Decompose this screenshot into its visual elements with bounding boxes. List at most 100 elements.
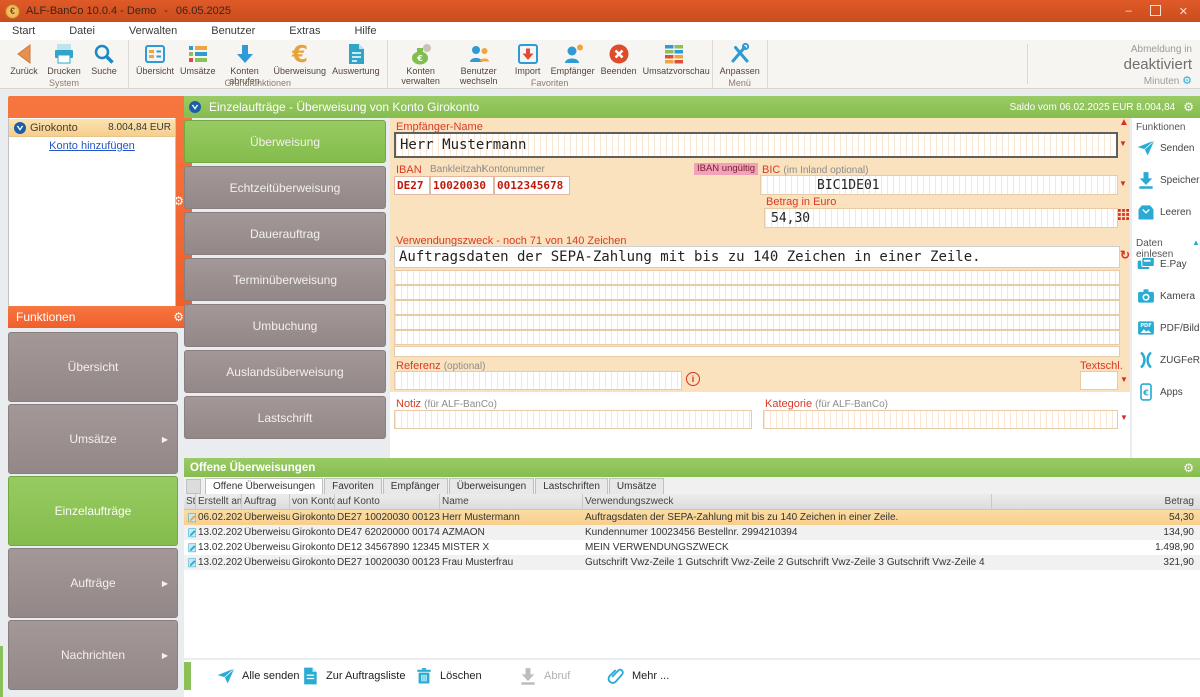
- trash-icon: [414, 666, 434, 686]
- textschluessel-dropdown-icon[interactable]: ▼: [1120, 375, 1128, 384]
- tab-lastschrift[interactable]: Lastschrift: [184, 396, 386, 439]
- kontonummer-input[interactable]: 0012345678: [494, 176, 570, 195]
- tab-ueberweisung[interactable]: Überweisung: [184, 120, 386, 163]
- textschluessel-input[interactable]: [1080, 371, 1118, 390]
- vwz-line4-input[interactable]: [394, 300, 1120, 315]
- main-header-gear-icon[interactable]: ⚙: [1183, 100, 1194, 114]
- zur-auftragsliste-button[interactable]: Zur Auftragsliste: [300, 666, 405, 686]
- iban-prefix-input[interactable]: DE27: [394, 176, 430, 195]
- close-icon[interactable]: ✕: [1179, 5, 1188, 18]
- zurueck-button[interactable]: Zurück: [4, 41, 44, 78]
- tab-terminueberweisung[interactable]: Terminüberweisung: [184, 258, 386, 301]
- overview-icon: [143, 42, 167, 66]
- tab-empfaenger[interactable]: Empfänger: [383, 478, 448, 494]
- notiz-label: Notiz (für ALF-BanCo): [396, 398, 497, 410]
- transfer-status-icon: [187, 527, 196, 538]
- bic-dropdown-icon[interactable]: ▼: [1119, 179, 1127, 188]
- tab-lastschriften[interactable]: Lastschriften: [535, 478, 608, 494]
- apps-button[interactable]: € Apps: [1136, 382, 1183, 402]
- vwz-line7-input[interactable]: [394, 346, 1120, 357]
- minimize-icon[interactable]: –: [1126, 5, 1132, 18]
- blz-input[interactable]: 10020030: [430, 176, 494, 195]
- menu-benutzer[interactable]: Benutzer: [211, 25, 255, 37]
- menu-hilfe[interactable]: Hilfe: [354, 25, 376, 37]
- auswertung-button[interactable]: Auswertung: [329, 41, 383, 78]
- svg-text:PDF: PDF: [1140, 323, 1151, 329]
- table-row[interactable]: 06.02.2025 Überweisung Girokonto DE27 10…: [184, 510, 1200, 525]
- bottom-gear-icon[interactable]: ⚙: [1183, 461, 1194, 475]
- epay-button[interactable]: E.Pay: [1136, 254, 1187, 274]
- table-row[interactable]: 13.02.2025 Überweisung Girokonto DE27 10…: [184, 555, 1200, 570]
- vwz-line3-input[interactable]: [394, 285, 1120, 300]
- sidebar-item-auftraege[interactable]: Aufträge▶: [8, 548, 178, 618]
- vwz-line2-input[interactable]: [394, 270, 1120, 285]
- info-icon[interactable]: i: [686, 372, 700, 386]
- tab-umsaetze[interactable]: Umsätze: [609, 478, 664, 494]
- empfaenger-button[interactable]: Empfänger: [548, 41, 598, 78]
- kategorie-input[interactable]: [763, 410, 1118, 429]
- logout-gear-icon[interactable]: ⚙: [1182, 75, 1192, 87]
- pdf-image-icon: PDF: [1136, 318, 1156, 338]
- tab-auslandsueberweisung[interactable]: Auslandsüberweisung: [184, 350, 386, 393]
- group-caption-system: System: [0, 78, 128, 88]
- speichern-button[interactable]: Speichern: [1136, 170, 1200, 190]
- beenden-button[interactable]: Beenden: [598, 41, 640, 78]
- loeschen-button[interactable]: Löschen: [414, 666, 482, 686]
- paper-plane-icon: [216, 666, 236, 686]
- maximize-icon[interactable]: [1150, 5, 1161, 16]
- tab-ueberweisungen[interactable]: Überweisungen: [449, 478, 535, 494]
- vwz-line1-input[interactable]: Auftragsdaten der SEPA-Zahlung mit bis z…: [394, 246, 1120, 268]
- senden-button[interactable]: Senden: [1136, 138, 1194, 158]
- smartphone-euro-icon: €: [1136, 382, 1156, 402]
- sidebar-item-uebersicht[interactable]: Übersicht: [8, 332, 178, 402]
- tab-favoriten[interactable]: Favoriten: [324, 478, 382, 494]
- refresh-icon[interactable]: ↻: [1120, 248, 1130, 262]
- import-button[interactable]: Import: [508, 41, 548, 78]
- kamera-button[interactable]: Kamera: [1136, 286, 1195, 306]
- pdf-bild-button[interactable]: PDF PDF/Bild: [1136, 318, 1199, 338]
- menu-start[interactable]: Start: [12, 25, 35, 37]
- uebersicht-button[interactable]: Übersicht: [133, 41, 177, 78]
- account-row-girokonto[interactable]: Girokonto 8.004,84 EUR: [9, 119, 175, 137]
- calculator-grid-icon[interactable]: [1118, 209, 1129, 220]
- menu-datei[interactable]: Datei: [69, 25, 95, 37]
- zugferd-button[interactable]: ZUGFeRD: [1136, 350, 1200, 370]
- table-row[interactable]: 13.02.2025 Überweisung Girokonto DE47 62…: [184, 525, 1200, 540]
- group-caption-menue: Menü: [713, 78, 767, 88]
- umsaetze-button[interactable]: Umsätze: [177, 41, 219, 78]
- menu-verwalten[interactable]: Verwalten: [129, 25, 177, 37]
- menu-extras[interactable]: Extras: [289, 25, 320, 37]
- alle-senden-button[interactable]: Alle senden: [216, 666, 300, 686]
- leeren-button[interactable]: Leeren: [1136, 202, 1191, 222]
- add-account-link[interactable]: Konto hinzufügen: [9, 140, 175, 152]
- notiz-input[interactable]: [394, 410, 752, 429]
- sidebar-item-einzelauftraege[interactable]: Einzelaufträge: [8, 476, 178, 546]
- referenz-input[interactable]: [394, 371, 682, 390]
- tab-umbuchung[interactable]: Umbuchung: [184, 304, 386, 347]
- tab-scroll-button[interactable]: [186, 479, 201, 494]
- collapse-up-icon[interactable]: ▲: [1192, 238, 1200, 247]
- empfaenger-input[interactable]: Herr Mustermann: [394, 132, 1118, 158]
- tab-echtzeitueberweisung[interactable]: Echtzeitüberweisung: [184, 166, 386, 209]
- tab-dauerauftrag[interactable]: Dauerauftrag: [184, 212, 386, 255]
- mehr-button[interactable]: Mehr ...: [606, 666, 669, 686]
- drucken-button[interactable]: Drucken: [44, 41, 84, 78]
- kategorie-dropdown-icon[interactable]: ▼: [1120, 413, 1128, 422]
- sidebar-item-umsaetze[interactable]: Umsätze▶: [8, 404, 178, 474]
- vwz-line6-input[interactable]: [394, 330, 1120, 345]
- scroll-top-icon[interactable]: ▲: [1119, 117, 1129, 128]
- vwz-line5-input[interactable]: [394, 315, 1120, 330]
- anpassen-button[interactable]: Anpassen: [717, 41, 763, 78]
- suche-button[interactable]: Suche: [84, 41, 124, 78]
- import-icon: [516, 42, 540, 66]
- betrag-input[interactable]: 54,30: [764, 208, 1118, 228]
- umsatzvorschau-button[interactable]: Umsatzvorschau: [640, 41, 708, 78]
- konto-label: Kontonummer: [482, 164, 545, 175]
- empfaenger-dropdown-icon[interactable]: ▼: [1119, 139, 1127, 148]
- sidebar-item-nachrichten[interactable]: Nachrichten▶: [8, 620, 178, 690]
- funktionen-gear-icon[interactable]: ⚙: [173, 310, 184, 324]
- ueberweisung-button[interactable]: € Überweisung: [271, 41, 330, 78]
- table-row[interactable]: 13.02.2025 Überweisung Girokonto DE12 34…: [184, 540, 1200, 555]
- tab-offene-ueberweisungen[interactable]: Offene Überweisungen: [205, 478, 323, 494]
- bic-input[interactable]: BIC1DE01: [760, 175, 1118, 195]
